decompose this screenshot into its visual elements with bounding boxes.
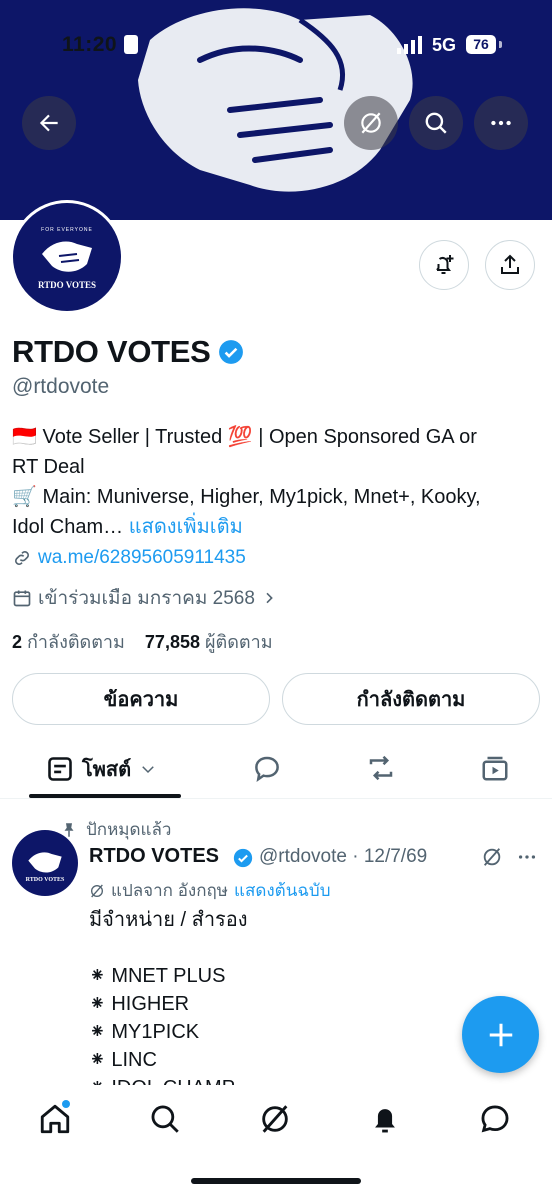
grok-icon — [91, 884, 103, 897]
bio-line: 🛒 Main: Muniverse, Higher, My1pick, Mnet… — [12, 486, 481, 508]
followers-link[interactable]: 77,858 ผู้ติดตาม — [145, 632, 273, 652]
active-tab-indicator — [29, 794, 181, 798]
calendar-icon — [13, 590, 31, 607]
grok-icon — [262, 1105, 288, 1133]
notifications-button[interactable] — [419, 240, 469, 290]
grok-button[interactable] — [344, 96, 398, 150]
pinned-label: ปักหมุดแล้ว — [60, 816, 171, 843]
joined-date[interactable]: เข้าร่วมเมือ มกราคม 2568 — [12, 583, 277, 613]
nav-grok[interactable] — [258, 1102, 292, 1141]
link-icon — [15, 551, 29, 565]
profile-avatar[interactable]: FOR EVERYONE RTDO VOTES — [10, 200, 124, 314]
bio-line: RT Deal — [12, 456, 85, 478]
post-line: มีจำหน่าย / สำรอง — [89, 909, 248, 931]
arrow-left-icon — [39, 114, 58, 132]
post-avatar-name: RTDO VOTES — [25, 877, 65, 883]
battery-indicator: 76 — [466, 35, 496, 54]
followers-label: ผู้ติดตาม — [205, 632, 273, 652]
more-horizontal-icon[interactable] — [516, 846, 538, 868]
battery-tip — [499, 41, 502, 48]
profile-bio: 🇮🇩 Vote Seller | Trusted 💯 | Open Sponso… — [12, 422, 542, 542]
bell-plus-icon — [436, 255, 454, 274]
following-link[interactable]: 2 กำลังติดตาม — [12, 632, 125, 652]
profile-handle: @rtdovote — [12, 375, 110, 398]
verified-badge-icon — [233, 848, 253, 868]
back-button[interactable] — [22, 96, 76, 150]
avatar-tagline: FOR EVERYONE — [41, 227, 93, 233]
show-original-link[interactable]: แสดงต้นฉบับ — [234, 877, 331, 904]
handshake-logo-icon — [28, 852, 62, 873]
search-icon — [425, 112, 447, 134]
search-button[interactable] — [409, 96, 463, 150]
profile-link-text[interactable]: wa.me/62895605911435 — [38, 547, 246, 569]
joined-text: เข้าร่วมเมือ มกราคม 2568 — [38, 588, 255, 609]
post-author[interactable]: RTDO VOTES — [89, 845, 219, 868]
bell-icon — [375, 1109, 395, 1133]
more-horizontal-icon — [491, 120, 511, 126]
verified-badge-icon — [219, 340, 243, 364]
bio-line: Idol Cham… — [12, 516, 124, 538]
new-content-dot — [62, 1100, 70, 1108]
posts-icon — [48, 757, 72, 781]
home-indicator — [191, 1178, 361, 1184]
tab-reposts-icon[interactable] — [366, 753, 396, 783]
post-line — [89, 934, 519, 962]
show-more-link[interactable]: แสดงเพิ่มเติม — [129, 516, 243, 538]
profile-name: RTDO VOTES — [12, 334, 211, 369]
more-button[interactable] — [474, 96, 528, 150]
post-line: ⁕ MY1PICK — [89, 1021, 200, 1043]
tab-posts-label: โพสต์ — [82, 759, 132, 781]
nav-messages[interactable] — [478, 1102, 512, 1141]
network-type: 5G — [432, 35, 457, 55]
chevron-right-icon — [266, 592, 273, 604]
tab-replies-icon[interactable] — [252, 753, 282, 783]
post-avatar[interactable]: RTDO VOTES — [12, 830, 78, 896]
plus-icon — [489, 1023, 512, 1046]
share-icon — [501, 254, 519, 274]
messages-icon — [481, 1105, 509, 1133]
post-line: ⁕ MNET PLUS — [89, 965, 226, 987]
post-line: ⁕ LINC — [89, 1049, 157, 1071]
nav-notifications[interactable] — [368, 1102, 402, 1141]
status-time: 11:20 — [62, 33, 118, 56]
grok-icon — [361, 112, 381, 134]
translation-info: แปลจาก อังกฤษ แสดงต้นฉบับ — [89, 877, 331, 904]
message-button[interactable]: ข้อความ — [12, 673, 270, 725]
following-label: กำลังติดตาม — [27, 632, 125, 652]
avatar-name: RTDO VOTES — [37, 280, 97, 290]
tab-posts[interactable]: โพสต์ — [46, 753, 157, 785]
grok-icon[interactable] — [481, 846, 503, 868]
nav-home[interactable] — [38, 1100, 72, 1141]
sim-icon — [124, 35, 138, 54]
post-text[interactable]: มีจำหน่าย / สำรอง ⁕ MNET PLUS ⁕ HIGHER ⁕… — [89, 906, 519, 1086]
signal-icon — [397, 36, 425, 59]
handshake-logo-icon — [42, 241, 92, 272]
follow-stats: 2 กำลังติดตาม 77,858 ผู้ติดตาม — [12, 627, 273, 656]
chevron-down-icon — [142, 766, 154, 774]
following-count: 2 — [12, 632, 23, 652]
followers-count: 77,858 — [144, 632, 200, 652]
profile-link[interactable]: wa.me/62895605911435 — [12, 547, 246, 569]
post-handle-date: @rtdovote · 12/7/69 — [259, 846, 428, 867]
compose-button[interactable] — [462, 996, 539, 1073]
following-button[interactable]: กำลังติดตาม — [282, 673, 540, 725]
translated-label: แปลจาก อังกฤษ — [111, 881, 228, 900]
share-button[interactable] — [485, 240, 535, 290]
pinned-text: ปักหมุดแล้ว — [86, 820, 172, 839]
bio-line: 🇮🇩 Vote Seller | Trusted 💯 | Open Sponso… — [12, 426, 477, 448]
tab-media-icon[interactable] — [480, 753, 510, 783]
post-line: ⁕ HIGHER — [89, 993, 190, 1015]
nav-search[interactable] — [148, 1102, 182, 1141]
search-icon — [151, 1105, 179, 1133]
